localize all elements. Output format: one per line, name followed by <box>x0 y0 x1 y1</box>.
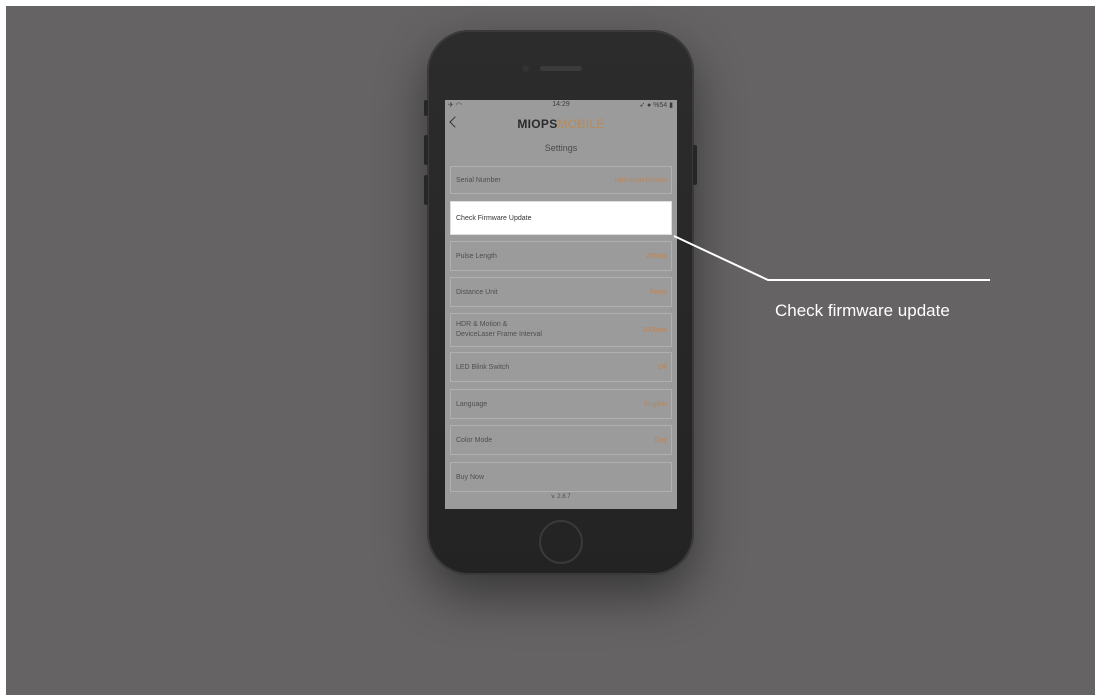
callout-leader-line <box>673 235 990 281</box>
callout-label: Check firmware update <box>775 301 950 320</box>
callout-leader-path <box>673 235 990 281</box>
